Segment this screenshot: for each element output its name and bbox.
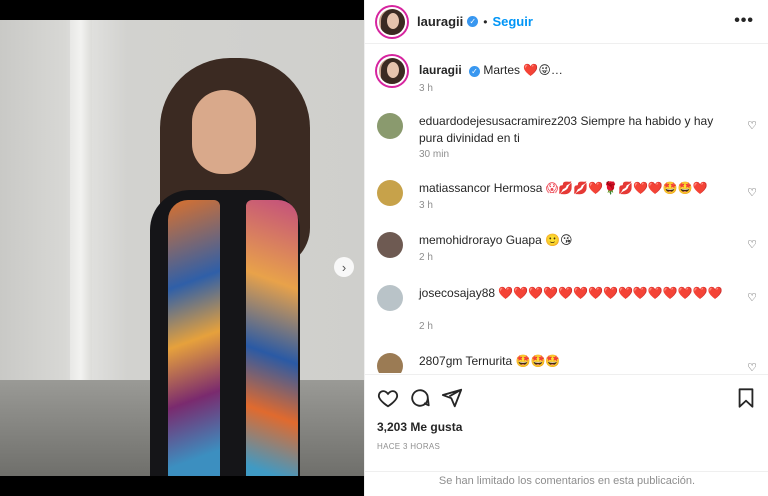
post-panel: lauragii ✓ • Seguir ••• lauragii ✓ Marte… — [364, 0, 768, 496]
comment-emojis: 🙂😘 — [545, 233, 573, 247]
comments-list[interactable]: lauragii ✓ Martes ❤️😜… 3 h eduardodejesu… — [365, 47, 768, 373]
comment-item: eduardodejesusacramirez203 Siempre ha ha… — [377, 113, 757, 163]
photo-face — [192, 90, 256, 174]
comment-text: 2807gm Ternurita 🤩🤩🤩 — [419, 353, 739, 370]
verified-badge-icon: ✓ — [469, 66, 481, 77]
caption-text: lauragii ✓ Martes ❤️😜… — [419, 62, 739, 79]
commenter-username[interactable]: josecosajay88 — [419, 286, 495, 300]
comment-icon[interactable] — [409, 387, 431, 409]
comment-like-icon[interactable]: ♡ — [747, 186, 757, 199]
save-icon[interactable] — [735, 387, 757, 409]
comment-item: matiassancor Hermosa 😱💋💋❤️🌹💋❤️❤️🤩🤩❤️ 3 h… — [377, 180, 757, 220]
action-icons — [377, 387, 757, 409]
commenter-username[interactable]: memohidrorayo — [419, 233, 502, 247]
caption-emojis: ❤️😜… — [523, 63, 563, 77]
author-avatar[interactable] — [377, 6, 407, 37]
commenter-username[interactable]: 2807gm — [419, 354, 462, 368]
comment-item: 2807gm Ternurita 🤩🤩🤩 ♡ — [377, 353, 757, 373]
header-separator: • — [483, 14, 488, 29]
commenter-avatar[interactable] — [377, 285, 403, 311]
share-icon[interactable] — [441, 387, 463, 409]
commenter-avatar[interactable] — [377, 232, 403, 258]
comment-like-icon[interactable]: ♡ — [747, 238, 757, 251]
caption-avatar[interactable] — [377, 56, 407, 86]
comment-time: 30 min — [419, 149, 450, 160]
comment-like-icon[interactable]: ♡ — [747, 291, 757, 304]
next-photo-icon[interactable]: › — [334, 257, 354, 277]
photo-vest-left — [168, 200, 220, 476]
author-username[interactable]: lauragii — [417, 14, 463, 29]
post-header: lauragii ✓ • Seguir ••• — [365, 0, 768, 44]
commenter-avatar[interactable] — [377, 353, 403, 373]
comment-item: josecosajay88 ❤️❤️❤️❤️❤️❤️❤️❤️❤️❤️❤️❤️❤️… — [377, 285, 757, 335]
comment-text: josecosajay88 ❤️❤️❤️❤️❤️❤️❤️❤️❤️❤️❤️❤️❤️… — [419, 285, 741, 302]
comment-text: matiassancor Hermosa 😱💋💋❤️🌹💋❤️❤️🤩🤩❤️ — [419, 180, 739, 197]
comment-emojis: 🤩🤩🤩 — [515, 354, 561, 368]
comment-like-icon[interactable]: ♡ — [747, 361, 757, 373]
post-timestamp[interactable]: HACE 3 HORAS — [377, 442, 440, 451]
caption-time: 3 h — [419, 83, 433, 94]
comment-body: Ternurita — [465, 354, 513, 368]
comment-emojis: ❤️❤️❤️❤️❤️❤️❤️❤️❤️❤️❤️❤️❤️❤️❤️ — [498, 286, 723, 300]
verified-badge-icon: ✓ — [467, 16, 479, 27]
caption-body: Martes — [483, 63, 521, 77]
comment-body: Hermosa — [493, 181, 543, 195]
comment-emojis: 😱💋💋❤️🌹💋❤️❤️🤩🤩❤️ — [545, 181, 708, 195]
commenter-avatar[interactable] — [377, 180, 403, 206]
commenter-avatar[interactable] — [377, 113, 403, 139]
photo-vest-right — [246, 200, 298, 476]
commenter-username[interactable]: matiassancor — [419, 181, 490, 195]
comment-time: 2 h — [419, 321, 433, 332]
follow-button[interactable]: Seguir — [492, 14, 532, 29]
comment-like-icon[interactable]: ♡ — [747, 119, 757, 132]
commenter-username[interactable]: eduardodejesusacramirez203 — [419, 114, 577, 128]
comments-limited-notice: Se han limitado los comentarios en esta … — [365, 471, 768, 496]
post-photo[interactable]: › — [0, 20, 364, 476]
likes-count[interactable]: 3,203 Me gusta — [377, 420, 462, 434]
comment-time: 3 h — [419, 200, 433, 211]
more-options-icon[interactable]: ••• — [734, 12, 754, 30]
comment-text: eduardodejesusacramirez203 Siempre ha ha… — [419, 113, 739, 147]
bottom-letterbox — [0, 476, 364, 496]
comment-text: memohidrorayo Guapa 🙂😘 — [419, 232, 739, 249]
like-icon[interactable] — [377, 387, 399, 409]
comment-item: memohidrorayo Guapa 🙂😘 2 h ♡ — [377, 232, 757, 272]
top-letterbox — [0, 0, 364, 20]
caption-username[interactable]: lauragii — [419, 63, 462, 77]
caption-row: lauragii ✓ Martes ❤️😜… 3 h — [377, 56, 757, 96]
comment-time: 2 h — [419, 252, 433, 263]
post-actions: 3,203 Me gusta HACE 3 HORAS Se han limit… — [365, 374, 768, 496]
comment-body: Guapa — [505, 233, 542, 247]
